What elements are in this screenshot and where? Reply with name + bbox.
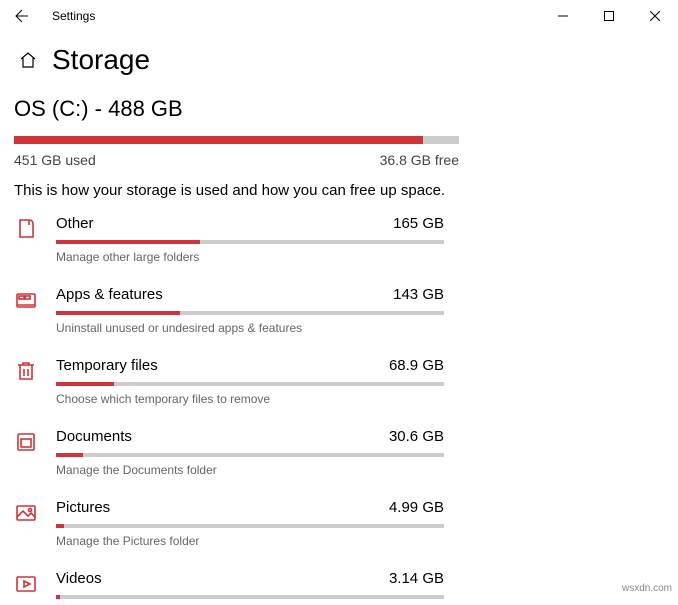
page-header: Storage: [0, 32, 678, 96]
category-name: Videos: [56, 570, 102, 587]
minimize-button[interactable]: [540, 0, 586, 32]
storage-content: OS (C:) - 488 GB 451 GB used 36.8 GB fre…: [0, 96, 678, 605]
volume-free: 36.8 GB free: [380, 152, 459, 168]
category-item[interactable]: Apps & features 143 GB Uninstall unused or…: [14, 286, 664, 335]
category-body: Videos 3.14 GB: [56, 570, 664, 605]
apps-icon: [14, 288, 38, 312]
category-item[interactable]: Other 165 GB Manage other large folders: [14, 215, 664, 264]
category-name: Pictures: [56, 499, 110, 516]
category-item[interactable]: Videos 3.14 GB: [14, 570, 664, 605]
category-size: 30.6 GB: [389, 428, 444, 445]
maximize-icon: [604, 11, 614, 21]
category-bar-fill: [56, 311, 180, 315]
category-bar: [56, 524, 444, 528]
documents-icon: [14, 430, 38, 454]
category-size: 165 GB: [393, 215, 444, 232]
category-bar-fill: [56, 382, 114, 386]
category-body: Documents 30.6 GB Manage the Documents fol…: [56, 428, 664, 477]
category-bar: [56, 311, 444, 315]
home-icon: [18, 50, 38, 70]
category-size: 3.14 GB: [389, 570, 444, 587]
pictures-icon: [14, 501, 38, 525]
category-bar: [56, 382, 444, 386]
back-icon: [12, 8, 28, 24]
volume-used: 451 GB used: [14, 152, 96, 168]
category-bar: [56, 240, 444, 244]
category-bar: [56, 595, 444, 599]
category-body: Apps & features 143 GB Uninstall unused or…: [56, 286, 664, 335]
category-name: Documents: [56, 428, 132, 445]
storage-description: This is how your storage is used and how…: [14, 182, 664, 199]
category-body: Other 165 GB Manage other large folders: [56, 215, 664, 264]
category-body: Temporary files 68.9 GB Choose which tempo…: [56, 357, 664, 406]
category-name: Temporary files: [56, 357, 158, 374]
videos-icon: [14, 572, 38, 596]
category-bar-fill: [56, 595, 60, 599]
titlebar: Settings: [0, 0, 678, 32]
category-bar: [56, 453, 444, 457]
category-bar-fill: [56, 524, 64, 528]
category-item[interactable]: Temporary files 68.9 GB Choose which tempo…: [14, 357, 664, 406]
category-size: 68.9 GB: [389, 357, 444, 374]
close-button[interactable]: [632, 0, 678, 32]
category-list: Other 165 GB Manage other large folders App…: [14, 215, 664, 605]
category-item[interactable]: Documents 30.6 GB Manage the Documents fol…: [14, 428, 664, 477]
close-icon: [650, 11, 660, 21]
home-button[interactable]: [18, 50, 38, 70]
category-bar-fill: [56, 240, 200, 244]
volume-stats: 451 GB used 36.8 GB free: [14, 152, 459, 168]
volume-usage-fill: [14, 136, 423, 144]
category-size: 143 GB: [393, 286, 444, 303]
category-name: Apps & features: [56, 286, 163, 303]
category-hint: Uninstall unused or undesired apps & fea…: [56, 321, 664, 335]
back-button[interactable]: [12, 8, 44, 24]
page-title: Storage: [52, 44, 150, 76]
watermark: wsxdn.com: [622, 583, 672, 594]
category-body: Pictures 4.99 GB Manage the Pictures folde…: [56, 499, 664, 548]
category-item[interactable]: Pictures 4.99 GB Manage the Pictures folde…: [14, 499, 664, 548]
category-size: 4.99 GB: [389, 499, 444, 516]
category-hint: Choose which temporary files to remove: [56, 392, 664, 406]
category-bar-fill: [56, 453, 83, 457]
category-name: Other: [56, 215, 94, 232]
window-title: Settings: [44, 9, 95, 23]
other-icon: [14, 217, 38, 241]
trash-icon: [14, 359, 38, 383]
window-controls: [540, 0, 678, 32]
maximize-button[interactable]: [586, 0, 632, 32]
minimize-icon: [558, 11, 568, 21]
category-hint: Manage the Documents folder: [56, 463, 664, 477]
volume-title: OS (C:) - 488 GB: [14, 96, 664, 122]
category-hint: Manage the Pictures folder: [56, 534, 664, 548]
category-hint: Manage other large folders: [56, 250, 664, 264]
volume-usage-bar: [14, 136, 459, 144]
